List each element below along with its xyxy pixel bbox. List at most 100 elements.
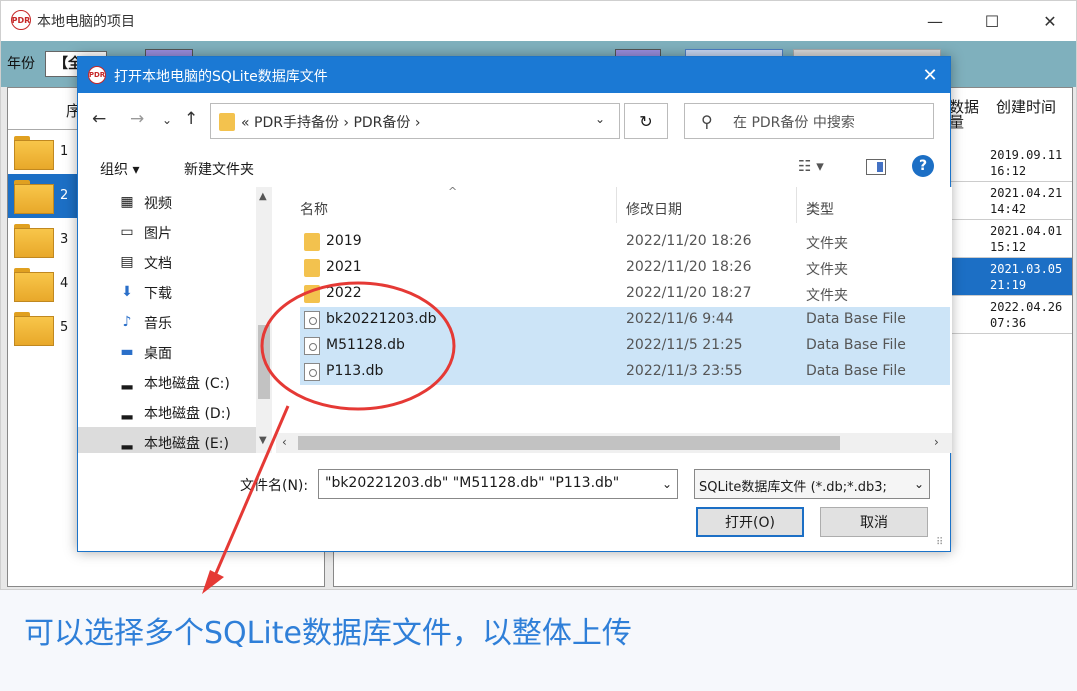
dialog-close-button[interactable]: ✕ [916,63,944,87]
created-time-cell[interactable]: 2022.04.26 07:36 [986,296,1072,334]
data-count-cell [949,296,986,334]
recent-locations-chevron-icon[interactable]: ⌄ [162,113,172,127]
folder-icon [14,136,54,170]
filename-input[interactable]: "bk20221203.db" "M51128.db" "P113.db" [318,469,678,499]
resize-grip-icon[interactable]: ⠿ [936,537,943,548]
nav-item-drive-e[interactable]: ▂ 本地磁盘 (E:) [78,427,258,453]
created-time-cell[interactable]: 2021.04.21 14:42 [986,182,1072,220]
file-row[interactable]: bk20221203.db 2022/11/6 9:44 Data Base F… [300,307,950,333]
database-file-icon [304,311,320,329]
search-placeholder: 在 PDR备份 中搜索 [733,115,855,131]
column-header-type[interactable]: 类型 [806,199,834,219]
scrollbar-thumb[interactable] [258,325,270,399]
column-separator[interactable] [616,187,617,223]
column-separator[interactable] [796,187,797,223]
search-icon: ⚲ [701,112,713,131]
project-row[interactable]: 1 [8,130,88,174]
caption-area: 可以选择多个SQLite数据库文件，以整体上传 [0,590,1077,691]
drive-icon: ▂ [121,434,133,450]
file-date: 2022/11/5 21:25 [626,337,743,353]
nav-item-videos[interactable]: ▦ 视频 [78,187,258,217]
column-header-name[interactable]: 名称 [300,199,328,219]
open-button[interactable]: 打开(O) [696,507,804,537]
forward-arrow-icon[interactable]: → [130,109,144,129]
chevron-down-icon[interactable]: ⌄ [914,477,924,491]
view-options-icon[interactable]: ☷ ▾ [798,157,824,175]
nav-item-label: 文档 [144,256,172,272]
folder-icon [14,268,54,302]
file-row[interactable]: 2021 2022/11/20 18:26 文件夹 [300,255,950,281]
nav-item-documents[interactable]: ▤ 文档 [78,247,258,277]
file-date: 2022/11/3 23:55 [626,363,743,379]
search-input[interactable]: ⚲ 在 PDR备份 中搜索 [684,103,934,139]
new-folder-button[interactable]: 新建文件夹 [184,159,254,179]
nav-item-downloads[interactable]: ⬇ 下载 [78,277,258,307]
file-row[interactable]: 2019 2022/11/20 18:26 文件夹 [300,229,950,255]
scroll-down-arrow-icon[interactable]: ▼ [259,435,267,446]
refresh-button[interactable]: ↻ [624,103,668,139]
nav-item-drive-c[interactable]: ▂ 本地磁盘 (C:) [78,367,258,397]
maximize-button[interactable]: ☐ [972,7,1012,35]
file-row[interactable]: P113.db 2022/11/3 23:55 Data Base File [300,359,950,385]
data-count-cell [949,258,986,296]
file-list-hscrollbar[interactable]: ‹ › [276,433,952,453]
close-button[interactable]: ✕ [1030,7,1070,35]
file-row[interactable]: 2022 2022/11/20 18:27 文件夹 [300,281,950,307]
nav-item-music[interactable]: ♪ 音乐 [78,307,258,337]
scroll-left-arrow-icon[interactable]: ‹ [282,435,287,449]
open-file-dialog: PDR 打开本地电脑的SQLite数据库文件 ✕ ← → ⌄ ↑ « PDR手持… [77,56,952,552]
chevron-down-icon[interactable]: ⌄ [595,112,605,126]
created-time-cell[interactable]: 2019.09.11 16:12 [986,144,1072,182]
main-titlebar: PDR 本地电脑的项目 — ☐ ✕ [1,1,1076,41]
created-clock: 07:36 [990,316,1027,330]
folder-icon [304,259,320,277]
nav-item-label: 本地磁盘 (D:) [144,406,231,422]
nav-item-pictures[interactable]: ▭ 图片 [78,217,258,247]
created-clock: 14:42 [990,202,1027,216]
created-date: 2021.04.01 [990,224,1063,238]
nav-item-label: 视频 [144,196,172,212]
up-arrow-icon[interactable]: ↑ [184,109,198,129]
file-type: Data Base File [806,337,906,353]
desktop-icon: ▬ [120,344,134,360]
scroll-up-arrow-icon[interactable]: ▲ [259,191,267,202]
nav-item-desktop[interactable]: ▬ 桌面 [78,337,258,367]
column-header-date[interactable]: 修改日期 [626,199,682,219]
project-row[interactable]: 5 [8,306,88,350]
created-time-cell[interactable]: 2021.04.01 15:12 [986,220,1072,258]
nav-pane-scrollbar[interactable]: ▲ ▼ [256,187,272,453]
project-row[interactable]: 3 [8,218,88,262]
scrollbar-thumb[interactable] [298,436,840,450]
created-clock: 21:19 [990,278,1027,292]
download-icon: ⬇ [121,284,133,300]
project-row[interactable]: 4 [8,262,88,306]
folder-icon [304,233,320,251]
created-date: 2019.09.11 [990,148,1063,162]
back-arrow-icon[interactable]: ← [92,109,106,129]
organize-menu[interactable]: 组织 ▾ [100,159,139,179]
created-time-cell[interactable]: 2021.03.05 21:19 [986,258,1072,296]
chevron-down-icon[interactable]: ⌄ [662,477,672,491]
file-row[interactable]: M51128.db 2022/11/5 21:25 Data Base File [300,333,950,359]
file-name: 2019 [326,233,362,249]
minimize-button[interactable]: — [915,7,955,35]
folder-icon [219,113,235,131]
created-date: 2021.04.21 [990,186,1063,200]
drive-icon: ▂ [121,404,133,420]
annotation-caption: 可以选择多个SQLite数据库文件，以整体上传 [24,616,632,651]
filename-label: 文件名(N): [240,478,309,494]
nav-item-label: 本地磁盘 (E:) [144,436,229,452]
path-breadcrumb[interactable]: « PDR手持备份 › PDR备份 › ⌄ [210,103,620,139]
file-type-filter-select[interactable]: SQLite数据库文件 (*.db;*.db3; [694,469,930,499]
refresh-icon: ↻ [639,111,653,131]
nav-item-drive-d[interactable]: ▂ 本地磁盘 (D:) [78,397,258,427]
breadcrumb-path[interactable]: « PDR手持备份 › PDR备份 › [241,112,420,132]
preview-pane-icon[interactable] [866,159,886,175]
created-date: 2021.03.05 [990,262,1063,276]
file-type: Data Base File [806,363,906,379]
cancel-button[interactable]: 取消 [820,507,928,537]
file-date: 2022/11/20 18:26 [626,233,752,249]
scroll-right-arrow-icon[interactable]: › [934,435,939,449]
help-icon[interactable]: ? [912,155,934,177]
project-row[interactable]: 2 [8,174,88,218]
